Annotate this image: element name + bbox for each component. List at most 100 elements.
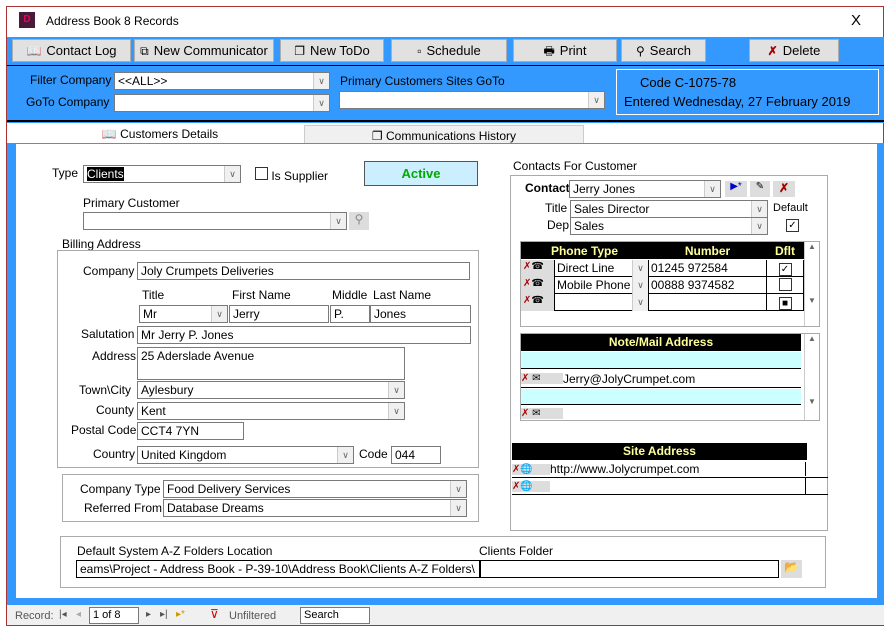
town-select[interactable]: Aylesbury ∨	[137, 381, 405, 399]
billing-address-label: Billing Address	[62, 237, 141, 251]
chevron-down-icon: ∨	[450, 500, 466, 516]
phone-type-header: Phone Type	[521, 241, 649, 259]
note-header: Note/Mail Address	[521, 334, 801, 351]
next-record-button[interactable]: ▸	[146, 609, 151, 620]
dflt-checkbox[interactable]: ■	[778, 296, 792, 310]
first-record-button[interactable]: |◂	[59, 609, 67, 620]
country-code-label: Code	[359, 447, 388, 461]
first-name-field[interactable]: Jerry	[229, 305, 329, 323]
site-field[interactable]	[550, 478, 806, 494]
tab-communications-history[interactable]: ❐ Communications History	[304, 125, 584, 144]
table-row: ✗☎ Mobile Phone ∨ 00888 9374582	[521, 276, 804, 294]
country-code-field[interactable]: 044	[391, 446, 441, 464]
binoculars-icon[interactable]: ⚲	[349, 212, 369, 230]
search-button[interactable]: ⚲ Search	[621, 39, 706, 62]
phone-type-select[interactable]: ∨	[555, 293, 649, 311]
filter-icon: ⊽	[210, 607, 219, 621]
delete-icon[interactable]: ✗	[521, 373, 532, 384]
chevron-down-icon: ∨	[313, 95, 329, 111]
delete-button[interactable]: ✗ Delete	[749, 39, 839, 62]
last-record-button[interactable]: ▸|	[160, 609, 168, 620]
pages-icon: ❐	[294, 43, 306, 58]
chevron-down-icon: ∨	[388, 403, 404, 419]
postcode-label: Postal Code	[71, 423, 137, 437]
dflt-checkbox[interactable]: ✓	[778, 262, 792, 276]
table-row: ✗☎ ∨ ■	[521, 293, 804, 311]
app-icon: D	[19, 12, 35, 28]
dep-select[interactable]: Sales ∨	[570, 217, 768, 235]
phone-number-field[interactable]	[649, 293, 767, 311]
list-item: ✗🌐 http://www.Jolycrumpet.com	[512, 461, 828, 478]
code-label: Code	[640, 75, 672, 90]
record-position-field[interactable]: 1 of 8	[89, 607, 139, 624]
default-checkbox[interactable]: ✓	[786, 219, 799, 232]
county-select[interactable]: Kent ∨	[137, 402, 405, 420]
type-select[interactable]: Clients ∨	[83, 165, 241, 183]
company-type-select[interactable]: Food Delivery Services ∨	[163, 480, 467, 498]
window-title: Address Book 8 Records	[46, 14, 179, 28]
default-folder-label: Default System A-Z Folders Location	[77, 544, 273, 558]
table-row: ✗☎ Direct Line ∨ 01245 972584 ✓	[521, 259, 804, 277]
primary-customer-select[interactable]: ∨	[83, 212, 347, 230]
new-todo-button[interactable]: ❐ New ToDo	[280, 39, 384, 62]
title-select[interactable]: Mr ∨	[139, 305, 228, 323]
is-supplier-checkbox[interactable]: Is Supplier	[255, 167, 328, 183]
referred-from-select[interactable]: Database Dreams ∨	[163, 499, 467, 517]
phone-type-select[interactable]: Mobile Phone ∨	[555, 276, 649, 294]
envelope-icon: ✉	[532, 407, 541, 419]
filter-company-select[interactable]: <<ALL>> ∨	[114, 72, 330, 90]
contact-log-button[interactable]: 📖 Contact Log	[12, 39, 131, 62]
chevron-down-icon: ∨	[704, 181, 720, 197]
new-contact-button[interactable]: ▶*	[725, 181, 747, 197]
book-icon: 📖	[26, 43, 42, 58]
contact-select[interactable]: Jerry Jones ∨	[569, 180, 721, 198]
delete-icon: ✗	[767, 43, 778, 58]
postcode-field[interactable]: CCT4 7YN	[137, 422, 244, 440]
phone-number-field[interactable]: 00888 9374582	[649, 276, 767, 294]
delete-icon[interactable]: ✗	[521, 408, 532, 419]
last-name-label: Last Name	[373, 288, 432, 302]
phones-scrollbar[interactable]: ▲ ▼	[804, 242, 819, 326]
filter-status[interactable]: Unfiltered	[229, 610, 276, 622]
contacts-section-label: Contacts For Customer	[513, 159, 638, 173]
first-name-label: First Name	[232, 288, 291, 302]
country-label: Country	[93, 447, 136, 461]
delete-contact-button[interactable]: ✗	[773, 181, 795, 197]
chevron-down-icon: ∨	[330, 213, 346, 229]
last-name-field[interactable]: Jones	[370, 305, 471, 323]
contact-title-select[interactable]: Sales Director ∨	[570, 200, 768, 218]
code-value: C-1075-78	[674, 75, 737, 90]
status-search-field[interactable]: Search	[300, 607, 370, 624]
phone-number-field[interactable]: 01245 972584	[649, 259, 767, 277]
phone-icon: ☎	[531, 277, 544, 289]
country-select[interactable]: United Kingdom ∨	[137, 446, 354, 464]
list-item: ✗ ✉ Jerry@JolyCrumpet.com	[521, 370, 801, 388]
default-folder-field[interactable]: eams\Project - Address Book - P-39-10\Ad…	[76, 560, 480, 578]
network-icon: ⧉	[140, 43, 149, 58]
notes-scrollbar[interactable]: ▲ ▼	[804, 334, 819, 420]
dflt-header: Dflt	[767, 241, 804, 259]
phone-type-select[interactable]: Direct Line ∨	[555, 259, 649, 277]
new-record-button[interactable]: ▸*	[176, 609, 185, 620]
primary-sites-select[interactable]: ∨	[339, 91, 605, 109]
open-folder-icon[interactable]: 📂	[781, 560, 802, 578]
middle-field[interactable]: P.	[330, 305, 370, 323]
address-field[interactable]: 25 Aderslade Avenue	[137, 347, 405, 380]
prev-record-button[interactable]: ◂	[76, 609, 81, 620]
filter-company-label: Filter Company	[30, 73, 112, 87]
clients-folder-field[interactable]	[480, 560, 779, 578]
salutation-field[interactable]: Mr Jerry P. Jones	[137, 326, 471, 344]
dflt-checkbox[interactable]	[778, 277, 792, 291]
note-field[interactable]: Jerry@JolyCrumpet.com	[563, 372, 695, 386]
printer-icon: 🖶	[543, 43, 555, 58]
site-field[interactable]: http://www.Jolycrumpet.com	[550, 462, 806, 476]
company-field[interactable]: Joly Crumpets Deliveries	[137, 262, 470, 280]
edit-contact-button[interactable]: ✎	[750, 181, 770, 197]
close-button[interactable]: X	[851, 12, 861, 29]
schedule-button[interactable]: ▫ Schedule	[391, 39, 507, 62]
status-badge[interactable]: Active	[364, 161, 478, 186]
tab-customers-details[interactable]: 📖 Customers Details	[16, 123, 304, 145]
print-button[interactable]: 🖶 Print	[513, 39, 617, 62]
new-communicator-button[interactable]: ⧉ New Communicator	[134, 39, 274, 62]
goto-company-select[interactable]: ∨	[114, 94, 330, 112]
